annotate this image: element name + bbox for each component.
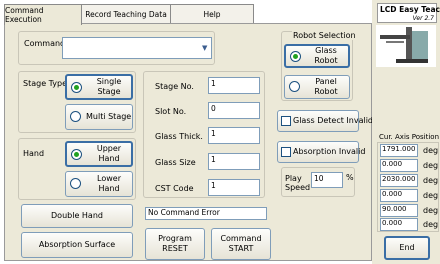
- axis-5-unit: deg: [423, 206, 439, 215]
- glass-robot-label: Glass Robot: [314, 46, 338, 65]
- axis-position-group: 1791.000 deg 0.000 deg 2030.000 deg 0.00…: [377, 142, 439, 232]
- lower-hand-label: Lower Hand: [97, 174, 121, 193]
- single-stage-radio[interactable]: [71, 82, 82, 93]
- lower-hand-radio[interactable]: [70, 178, 81, 189]
- axis-3-unit: deg: [423, 176, 439, 185]
- multi-stage-radio[interactable]: [70, 111, 81, 122]
- robot-selection-label: Robot Selection: [292, 31, 357, 40]
- glass-detect-invalid-box[interactable]: [281, 116, 291, 126]
- command-execution-panel: Command ▼ Stage Type Single Stage Multi …: [4, 23, 373, 261]
- hand-group: Hand Upper Hand Lower Hand: [18, 138, 136, 200]
- axis-6-unit: deg: [423, 220, 439, 229]
- main-window: Command Execution Record Teaching Data H…: [0, 0, 440, 264]
- axis-6-field: 0.000: [380, 218, 418, 231]
- glass-detect-invalid-label: Glass Detect Invalid: [293, 116, 374, 125]
- end-button[interactable]: End: [384, 236, 430, 260]
- slot-no-label: Slot No.: [155, 107, 187, 116]
- app-version: Ver 2.7: [412, 15, 434, 22]
- axis-4-field: 0.000: [380, 189, 418, 202]
- app-title: LCD Easy Teaching: [380, 5, 440, 14]
- upper-hand-option[interactable]: Upper Hand: [65, 141, 133, 167]
- command-group: Command ▼: [18, 31, 215, 65]
- slot-no-field[interactable]: 0: [208, 102, 260, 119]
- absorption-invalid-label: Absorption Invalid: [293, 147, 366, 156]
- glass-size-label: Glass Size: [155, 158, 196, 167]
- command-label: Command: [24, 39, 66, 48]
- axis-1-field: 1791.000: [380, 144, 418, 157]
- stage-type-label: Stage Type: [23, 79, 68, 88]
- status-field: No Command Error: [145, 207, 267, 220]
- robot-icon: [380, 27, 428, 63]
- play-speed-unit: %: [346, 173, 354, 182]
- command-select[interactable]: [62, 37, 212, 59]
- multi-stage-label: Multi Stage: [86, 112, 132, 121]
- axis-2-unit: deg: [423, 161, 439, 170]
- glass-thick-label: Glass Thick.: [155, 132, 203, 141]
- play-speed-field[interactable]: 10: [311, 172, 343, 188]
- panel-robot-radio[interactable]: [289, 81, 300, 92]
- axis-1-unit: deg: [423, 146, 439, 155]
- single-stage-option[interactable]: Single Stage: [65, 74, 133, 100]
- absorption-invalid-checkbox[interactable]: Absorption Invalid: [277, 141, 365, 163]
- tab-record-teaching-data[interactable]: Record Teaching Data: [81, 4, 171, 24]
- cst-code-label: CST Code: [155, 184, 194, 193]
- stage-type-group: Stage Type Single Stage Multi Stage: [18, 71, 136, 133]
- axis-4-unit: deg: [423, 191, 439, 200]
- axis-position-label: Cur. Axis Position: [379, 133, 440, 141]
- app-logo: LCD Easy Teaching Ver 2.7: [377, 3, 440, 23]
- glass-detect-invalid-checkbox[interactable]: Glass Detect Invalid: [277, 110, 373, 132]
- right-sidebar: LCD Easy Teaching Ver 2.7 Cur. Axis Posi…: [372, 0, 440, 264]
- axis-5-field: 90.000: [380, 204, 418, 217]
- lower-hand-option[interactable]: Lower Hand: [65, 171, 133, 197]
- play-speed-group: Play Speed 10 %: [281, 167, 355, 197]
- upper-hand-label: Upper Hand: [96, 144, 122, 163]
- robot-selection-group: Robot Selection Glass Robot Panel Robot: [281, 31, 357, 101]
- parameters-group: Stage No. 1 Slot No. 0 Glass Thick. 1 Gl…: [143, 71, 265, 198]
- stage-no-field[interactable]: 1: [208, 77, 260, 94]
- multi-stage-option[interactable]: Multi Stage: [65, 104, 133, 130]
- chevron-down-icon[interactable]: ▼: [202, 44, 207, 52]
- tab-help[interactable]: Help: [170, 4, 254, 24]
- panel-robot-option[interactable]: Panel Robot: [284, 75, 350, 99]
- glass-robot-radio[interactable]: [290, 51, 301, 62]
- upper-hand-radio[interactable]: [71, 149, 82, 160]
- cst-code-field[interactable]: 1: [208, 179, 260, 196]
- absorption-surface-button[interactable]: Absorption Surface: [21, 232, 133, 258]
- single-stage-label: Single Stage: [96, 77, 122, 96]
- stage-no-label: Stage No.: [155, 82, 194, 91]
- command-start-button[interactable]: Command START: [211, 228, 271, 260]
- tab-command-execution[interactable]: Command Execution: [4, 4, 82, 25]
- robot-image: [376, 25, 436, 67]
- program-reset-button[interactable]: Program RESET: [145, 228, 205, 260]
- glass-size-field[interactable]: 1: [208, 153, 260, 170]
- double-hand-button[interactable]: Double Hand: [21, 204, 133, 228]
- play-speed-label: Play Speed: [285, 174, 311, 192]
- absorption-invalid-box[interactable]: [281, 147, 291, 157]
- panel-robot-label: Panel Robot: [314, 77, 338, 96]
- hand-label: Hand: [23, 149, 45, 158]
- axis-3-field: 2030.000: [380, 174, 418, 187]
- axis-2-field: 0.000: [380, 159, 418, 172]
- glass-thick-field[interactable]: 1: [208, 127, 260, 144]
- glass-robot-option[interactable]: Glass Robot: [284, 44, 350, 68]
